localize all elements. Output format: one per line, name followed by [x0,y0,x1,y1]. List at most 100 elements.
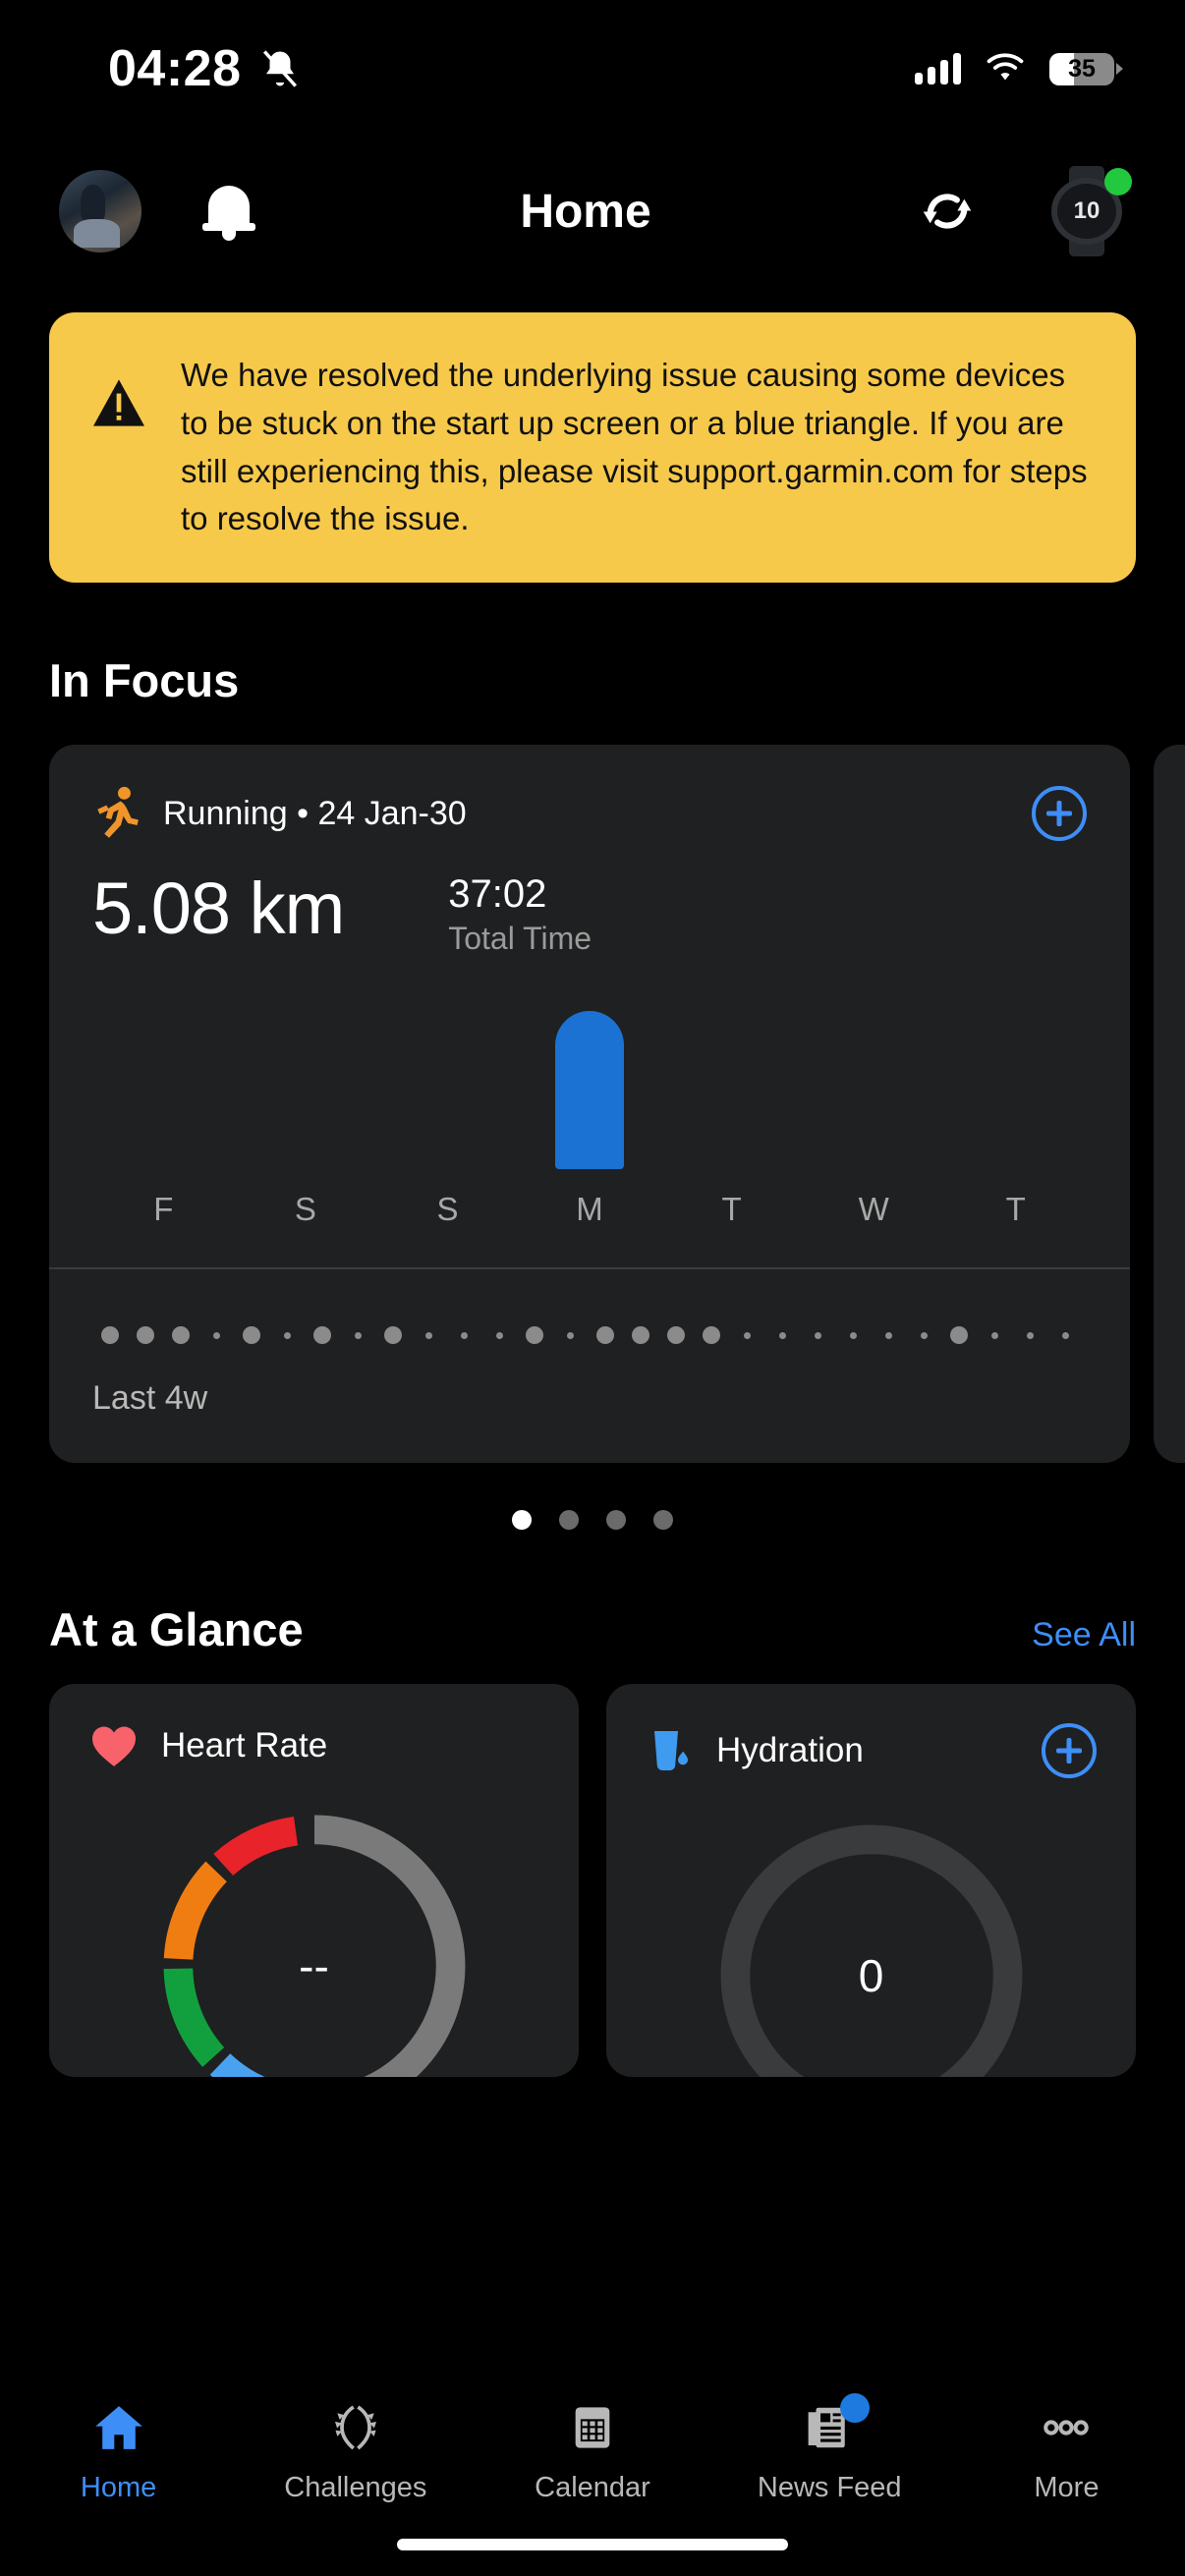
history-dot [101,1326,119,1345]
history-dot [137,1326,154,1345]
watch-device-icon[interactable]: 10 [1047,166,1132,256]
in-focus-carousel[interactable]: Running • 24 Jan-30 5.08 km 37:02 Total … [0,745,1185,1464]
bell-icon[interactable] [202,182,255,241]
avatar[interactable] [59,170,141,252]
chart-day-label: M [576,1191,603,1228]
app-header: Home 10 [0,138,1185,285]
hydration-label: Hydration [716,1731,864,1770]
sync-icon[interactable] [916,180,979,243]
page-dot[interactable] [512,1510,532,1531]
history-dot [778,1331,786,1339]
chart-day-label: T [721,1191,742,1228]
heart-rate-label: Heart Rate [161,1726,328,1765]
weekly-chart-labels: FSSMTWT [49,1191,1130,1228]
page-title: Home [520,185,651,238]
alert-message: We have resolved the underlying issue ca… [181,357,1088,537]
calendar-icon [567,2397,618,2458]
notification-badge [840,2393,871,2423]
history-dot [1026,1331,1034,1339]
tab-home[interactable]: Home [0,2397,237,2504]
history-dot [1061,1331,1069,1339]
in-focus-next-card-peek[interactable] [1154,745,1185,1464]
activity-history-dots [49,1269,1130,1345]
history-range-label: Last 4w [92,1379,208,1418]
at-a-glance-title: At a Glance [49,1603,304,1656]
weekly-bar-chart [49,982,1130,1170]
history-dot [884,1331,892,1339]
chart-day-label: W [858,1191,889,1228]
history-dot [596,1326,614,1345]
heart-rate-gauge: -- [152,1804,477,2078]
cellular-signal-icon [915,53,961,84]
page-dot[interactable] [606,1510,626,1531]
activity-distance: 5.08 km [92,868,345,950]
chart-bar [555,1010,625,1170]
plus-circle-icon[interactable] [1042,1723,1097,1779]
activity-time-value: 37:02 [448,872,547,917]
device-status-dot [1104,168,1132,196]
history-dot [354,1331,362,1339]
history-dot [703,1326,720,1345]
wifi-icon [987,53,1024,81]
history-dot [283,1331,291,1339]
history-dot [212,1331,220,1339]
plus-circle-icon[interactable] [1032,786,1087,842]
tab-label: Challenges [284,2472,427,2503]
chart-day-label: F [153,1191,174,1228]
carousel-page-indicator[interactable] [0,1510,1185,1531]
bell-slash-icon [262,50,297,87]
in-focus-title: In Focus [49,654,240,707]
alert-banner[interactable]: We have resolved the underlying issue ca… [49,312,1136,584]
tab-challenges[interactable]: Challenges [237,2397,474,2504]
history-dot [566,1331,574,1339]
history-dot [950,1326,968,1345]
tab-label: Calendar [535,2472,650,2503]
heart-rate-card[interactable]: Heart Rate -- [49,1684,579,2078]
tab-label: More [1034,2472,1100,2503]
history-dot [313,1326,331,1345]
warning-triangle-icon [90,377,147,428]
history-dot [814,1331,821,1339]
tab-calendar[interactable]: Calendar [474,2397,710,2504]
history-dot [172,1326,190,1345]
history-dot [632,1326,649,1345]
status-bar-right: 35 [915,52,1123,85]
history-dot [920,1331,928,1339]
history-dot [495,1331,503,1339]
activity-label: Running • 24 Jan-30 [163,794,467,832]
hydration-card[interactable]: Hydration 0 [606,1684,1136,2078]
at-a-glance-header: At a Glance See All [0,1530,1185,1656]
history-dot [460,1331,468,1339]
history-dot [849,1331,857,1339]
tab-more[interactable]: More [948,2397,1185,2504]
history-dot [667,1326,685,1345]
in-focus-activity-card[interactable]: Running • 24 Jan-30 5.08 km 37:02 Total … [49,745,1130,1464]
history-dot [990,1331,998,1339]
heart-icon [92,1726,136,1767]
history-dot [424,1331,432,1339]
status-bar: 04:28 35 [0,0,1185,138]
page-dot[interactable] [653,1510,673,1531]
history-dot [526,1326,543,1345]
history-dot [243,1326,260,1345]
tab-news-feed[interactable]: News Feed [711,2393,948,2504]
hydration-gauge: 0 [709,1814,1034,2078]
tab-label: Home [80,2472,157,2503]
more-dots-icon [1037,2397,1096,2458]
status-bar-clock: 04:28 [108,40,242,97]
laurel-wreath-icon [327,2397,384,2458]
history-dot [743,1331,751,1339]
history-dot [384,1326,402,1345]
activity-time-label: Total Time [448,921,592,957]
at-a-glance-cards: Heart Rate -- Hydration 0 [0,1656,1185,2078]
battery-indicator: 35 [1049,52,1123,85]
heart-rate-value: -- [299,1940,329,1992]
tab-label: News Feed [757,2472,902,2503]
status-bar-left: 04:28 [108,39,301,98]
chart-day-label: T [1005,1191,1026,1228]
page-dot[interactable] [559,1510,579,1531]
see-all-link[interactable]: See All [1032,1616,1136,1654]
battery-level-text: 35 [1068,54,1096,83]
running-icon [97,787,139,839]
news-feed-icon [803,2393,871,2458]
